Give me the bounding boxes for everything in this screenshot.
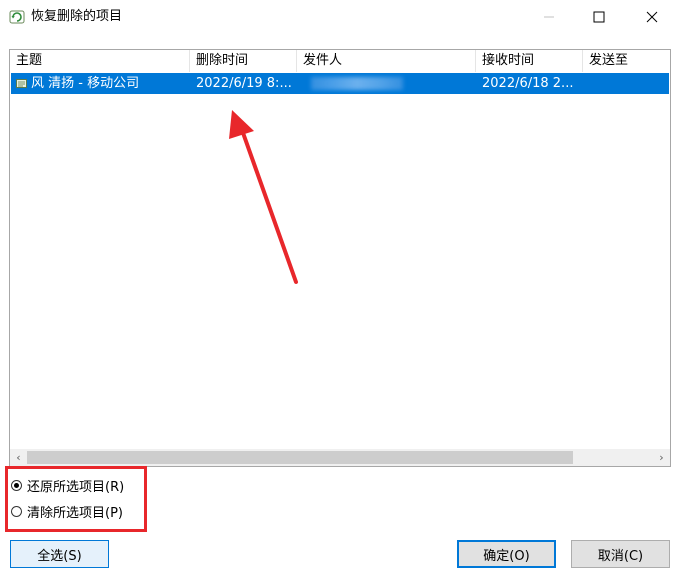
cell-sender-redacted xyxy=(311,77,403,90)
horizontal-scrollbar[interactable]: ‹ › xyxy=(10,449,670,466)
column-header-row: 主题 删除时间 发件人 接收时间 发送至 xyxy=(10,50,670,72)
close-button[interactable] xyxy=(629,0,675,34)
scroll-right-icon[interactable]: › xyxy=(653,449,670,466)
recover-icon xyxy=(9,10,25,24)
column-header-sent-to[interactable]: 发送至 xyxy=(583,50,670,72)
title-bar: 恢复删除的项目 xyxy=(0,0,680,34)
scroll-thumb[interactable] xyxy=(27,451,573,464)
annotation-highlight-box xyxy=(5,466,147,532)
recover-deleted-items-dialog: 恢复删除的项目 主题 删除时间 发件人 接收时间 发送至 风 清扬 - 移动公司… xyxy=(0,0,680,580)
mail-icon xyxy=(16,79,27,88)
minimize-icon xyxy=(544,16,554,18)
scroll-left-icon[interactable]: ‹ xyxy=(10,449,27,466)
column-header-received-time[interactable]: 接收时间 xyxy=(476,50,583,72)
deleted-items-list[interactable]: 主题 删除时间 发件人 接收时间 发送至 风 清扬 - 移动公司 2022/6/… xyxy=(9,49,671,467)
cell-deleted-time: 2022/6/19 8:... xyxy=(196,76,292,91)
cancel-button[interactable]: 取消(C) xyxy=(571,540,670,568)
maximize-icon xyxy=(593,11,605,23)
column-header-sender[interactable]: 发件人 xyxy=(297,50,476,72)
cell-sent-to xyxy=(589,73,669,94)
column-header-deleted-time[interactable]: 删除时间 xyxy=(190,50,297,72)
window-title: 恢复删除的项目 xyxy=(31,9,123,24)
cell-received-time: 2022/6/18 2... xyxy=(482,76,574,91)
column-header-subject[interactable]: 主题 xyxy=(10,50,190,72)
ok-button[interactable]: 确定(O) xyxy=(457,540,556,568)
minimize-button[interactable] xyxy=(526,0,572,34)
maximize-button[interactable] xyxy=(576,0,622,34)
table-row[interactable]: 风 清扬 - 移动公司 2022/6/19 8:... 2022/6/18 2.… xyxy=(11,73,669,94)
select-all-button[interactable]: 全选(S) xyxy=(10,540,109,568)
close-icon xyxy=(646,11,658,23)
cell-subject: 风 清扬 - 移动公司 xyxy=(31,76,140,91)
